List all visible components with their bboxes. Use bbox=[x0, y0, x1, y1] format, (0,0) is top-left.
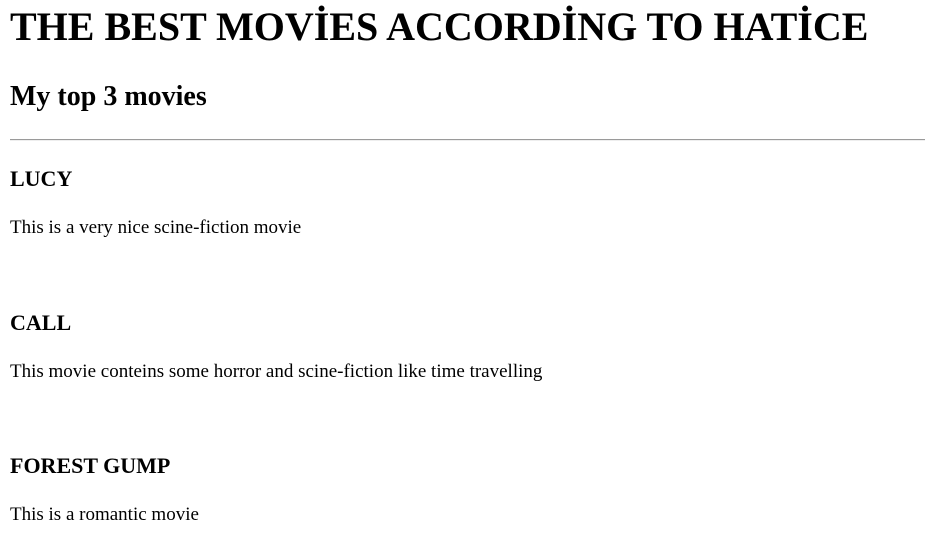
movie-item-forest-gump: FOREST GUMP This is a romantic movie bbox=[10, 453, 925, 526]
divider bbox=[10, 139, 925, 141]
movie-title: LUCY bbox=[10, 166, 73, 191]
page-content: THE BEST MOVİES ACCORDİNG TO HATİCE My t… bbox=[0, 4, 925, 526]
movie-item-call: CALL This movie conteins some horror and… bbox=[10, 310, 925, 383]
movie-description: This is a romantic movie bbox=[10, 504, 199, 525]
movie-title: CALL bbox=[10, 310, 72, 335]
page-title: THE BEST MOVİES ACCORDİNG TO HATİCE bbox=[10, 4, 869, 49]
movie-item-lucy: LUCY This is a very nice scine-fiction m… bbox=[10, 166, 925, 239]
page-subtitle: My top 3 movies bbox=[10, 81, 207, 112]
movie-description: This is a very nice scine-fiction movie bbox=[10, 217, 302, 238]
movie-title: FOREST GUMP bbox=[10, 453, 171, 478]
movie-description: This movie conteins some horror and scin… bbox=[10, 361, 543, 382]
